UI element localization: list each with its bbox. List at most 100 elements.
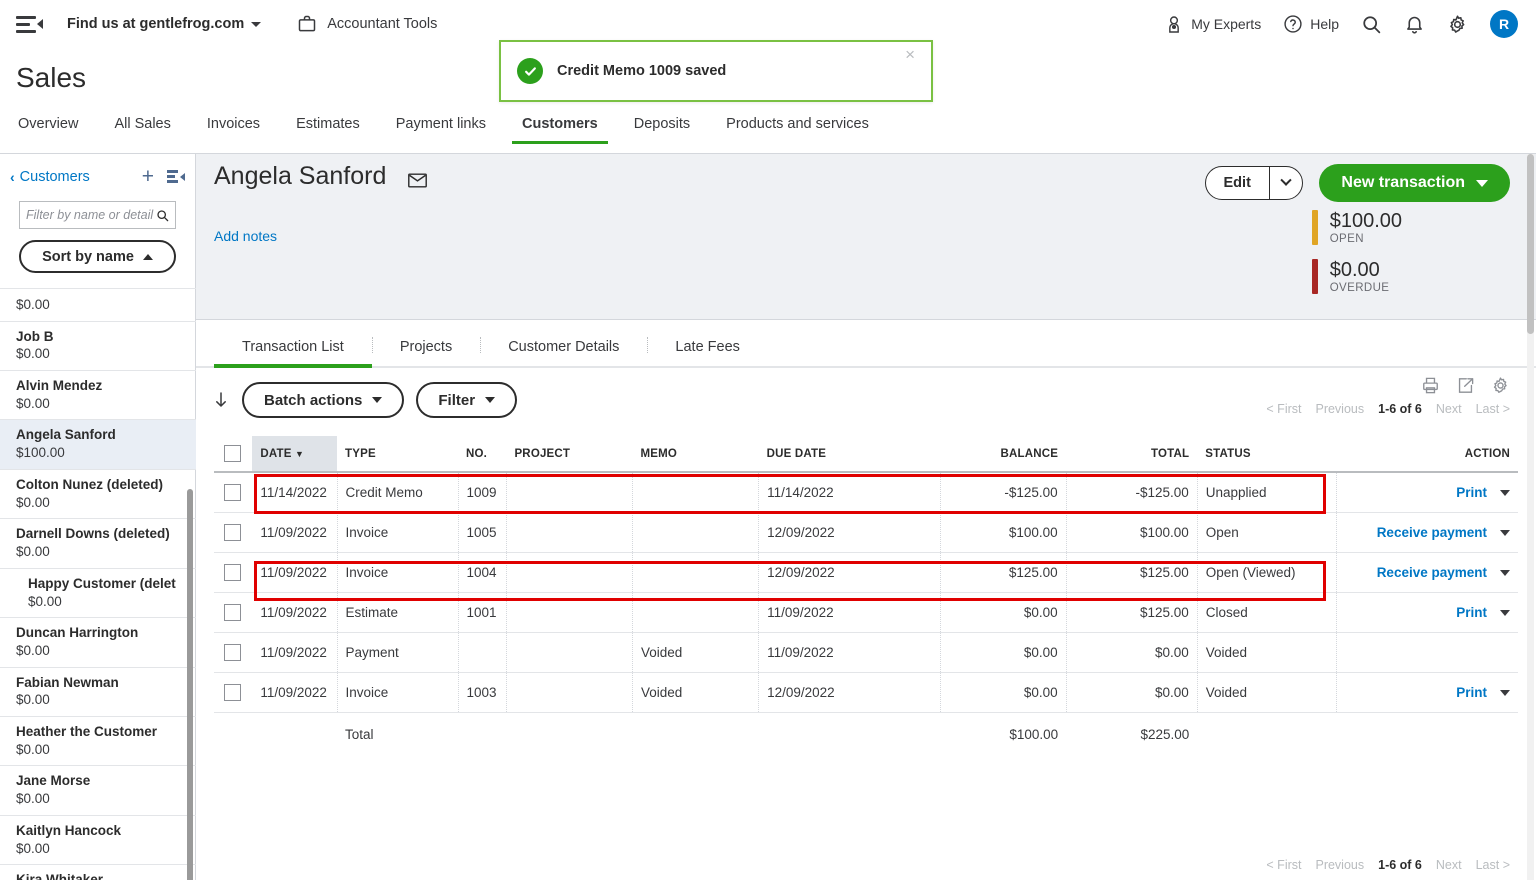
pager-next[interactable]: Next — [1436, 858, 1462, 872]
list-item[interactable]: Duncan Harrington $0.00 — [0, 618, 196, 667]
row-select-cell[interactable] — [214, 513, 252, 553]
caret-down-icon[interactable] — [1500, 570, 1510, 576]
list-item[interactable]: Darnell Downs (deleted) $0.00 — [0, 519, 196, 568]
sidebar-filter-box[interactable] — [19, 201, 176, 229]
list-item[interactable]: Heather the Customer $0.00 — [0, 717, 196, 766]
printer-icon[interactable] — [1421, 376, 1440, 395]
tab-projects[interactable]: Projects — [372, 339, 480, 366]
column-header-no[interactable]: NO. — [458, 436, 506, 472]
expand-arrow-icon[interactable] — [214, 389, 230, 411]
tab-overview[interactable]: Overview — [0, 112, 96, 144]
column-header-date[interactable]: DATE ▼ — [252, 436, 337, 472]
sidebar-scrollbar[interactable] — [187, 489, 193, 880]
row-checkbox[interactable] — [224, 684, 241, 701]
search-icon[interactable] — [1361, 14, 1382, 35]
caret-down-icon[interactable] — [1500, 610, 1510, 616]
table-row[interactable]: 11/09/2022 Invoice 1005 12/09/2022 $100.… — [214, 513, 1518, 553]
collapse-list-icon[interactable] — [167, 170, 185, 183]
pager-first[interactable]: < First — [1266, 402, 1301, 416]
table-row[interactable]: 11/14/2022 Credit Memo 1009 11/14/2022 -… — [214, 472, 1518, 513]
column-header-memo[interactable]: MEMO — [633, 436, 759, 472]
list-item[interactable]: Alvin Mendez $0.00 — [0, 371, 196, 420]
select-all-header[interactable] — [214, 436, 252, 472]
tab-deposits[interactable]: Deposits — [616, 112, 708, 144]
add-notes-link[interactable]: Add notes — [214, 228, 277, 244]
help-button[interactable]: Help — [1283, 14, 1339, 34]
tab-transaction-list[interactable]: Transaction List — [214, 339, 372, 366]
list-item[interactable]: Job B $0.00 — [0, 322, 196, 371]
gear-icon[interactable] — [1447, 14, 1468, 35]
tab-products-and-services[interactable]: Products and services — [708, 112, 887, 144]
hamburger-collapse-icon[interactable] — [16, 16, 43, 33]
main-scrollbar[interactable] — [1527, 154, 1534, 880]
filter-button[interactable]: Filter — [416, 382, 517, 418]
list-item[interactable]: Kaitlyn Hancock $0.00 — [0, 816, 196, 865]
batch-actions-button[interactable]: Batch actions — [242, 382, 404, 418]
pager-previous[interactable]: Previous — [1315, 858, 1364, 872]
action-link[interactable]: Print — [1456, 485, 1487, 500]
customer-list[interactable]: $0.00 Job B $0.00 Alvin Mendez $0.00 Ang… — [0, 288, 196, 880]
filter-input[interactable] — [26, 208, 156, 222]
export-icon[interactable] — [1456, 376, 1475, 395]
row-select-cell[interactable] — [214, 593, 252, 633]
row-select-cell[interactable] — [214, 633, 252, 673]
envelope-icon[interactable] — [408, 173, 427, 193]
caret-down-icon[interactable] — [1500, 530, 1510, 536]
company-switcher[interactable]: Find us at gentlefrog.com — [67, 16, 261, 32]
table-row[interactable]: 11/09/2022 Invoice 1003 Voided 12/09/202… — [214, 673, 1518, 713]
edit-dropdown-toggle[interactable] — [1270, 179, 1302, 187]
pager-next[interactable]: Next — [1436, 402, 1462, 416]
row-select-cell[interactable] — [214, 472, 252, 513]
table-row[interactable]: 11/09/2022 Payment Voided 11/09/2022 $0.… — [214, 633, 1518, 673]
table-row[interactable]: 11/09/2022 Invoice 1004 12/09/2022 $125.… — [214, 553, 1518, 593]
accountant-tools-button[interactable]: Accountant Tools — [297, 14, 437, 34]
row-checkbox[interactable] — [224, 524, 241, 541]
close-icon[interactable]: × — [905, 46, 915, 63]
list-item[interactable]: Fabian Newman $0.00 — [0, 668, 196, 717]
my-experts-button[interactable]: My Experts — [1164, 14, 1261, 35]
list-item[interactable]: Jane Morse $0.00 — [0, 766, 196, 815]
list-item[interactable]: Kira Whitaker $0.00 — [0, 865, 196, 880]
column-header-type[interactable]: TYPE — [337, 436, 458, 472]
caret-down-icon[interactable] — [1500, 690, 1510, 696]
new-transaction-button[interactable]: New transaction — [1319, 164, 1510, 202]
list-item[interactable]: $0.00 — [0, 289, 196, 322]
sidebar-back-to-customers[interactable]: ‹ Customers — [10, 169, 90, 185]
pager-last[interactable]: Last > — [1476, 858, 1510, 872]
caret-down-icon[interactable] — [1500, 490, 1510, 496]
tab-customer-details[interactable]: Customer Details — [480, 339, 647, 366]
edit-button[interactable]: Edit — [1205, 166, 1304, 200]
list-item[interactable]: Happy Customer (delet $0.00 — [0, 569, 196, 618]
row-checkbox[interactable] — [224, 644, 241, 661]
table-row[interactable]: 11/09/2022 Estimate 1001 11/09/2022 $0.0… — [214, 593, 1518, 633]
column-header-status[interactable]: STATUS — [1197, 436, 1336, 472]
tab-payment-links[interactable]: Payment links — [378, 112, 504, 144]
tab-customers[interactable]: Customers — [504, 112, 616, 144]
notification-bell-icon[interactable] — [1404, 14, 1425, 35]
action-link[interactable]: Print — [1456, 605, 1487, 620]
column-header-total[interactable]: TOTAL — [1066, 436, 1197, 472]
pager-previous[interactable]: Previous — [1315, 402, 1364, 416]
sidebar-item-angela-sanford[interactable]: Angela Sanford $100.00 — [0, 420, 196, 469]
pager-last[interactable]: Last > — [1476, 402, 1510, 416]
select-all-checkbox[interactable] — [224, 445, 241, 462]
tab-late-fees[interactable]: Late Fees — [647, 339, 768, 366]
plus-icon[interactable]: + — [142, 166, 154, 187]
row-checkbox[interactable] — [224, 564, 241, 581]
list-item[interactable]: Colton Nunez (deleted) $0.00 — [0, 470, 196, 519]
sort-by-name-button[interactable]: Sort by name — [19, 240, 176, 273]
action-link[interactable]: Print — [1456, 685, 1487, 700]
column-header-project[interactable]: PROJECT — [506, 436, 632, 472]
tab-invoices[interactable]: Invoices — [189, 112, 278, 144]
user-avatar[interactable]: R — [1490, 10, 1518, 38]
tab-all-sales[interactable]: All Sales — [96, 112, 188, 144]
tab-estimates[interactable]: Estimates — [278, 112, 378, 144]
column-header-due-date[interactable]: DUE DATE — [759, 436, 941, 472]
action-link[interactable]: Receive payment — [1377, 525, 1487, 540]
column-header-balance[interactable]: BALANCE — [940, 436, 1066, 472]
gear-icon[interactable] — [1491, 376, 1510, 395]
row-select-cell[interactable] — [214, 553, 252, 593]
pager-first[interactable]: < First — [1266, 858, 1301, 872]
row-checkbox[interactable] — [224, 604, 241, 621]
action-link[interactable]: Receive payment — [1377, 565, 1487, 580]
